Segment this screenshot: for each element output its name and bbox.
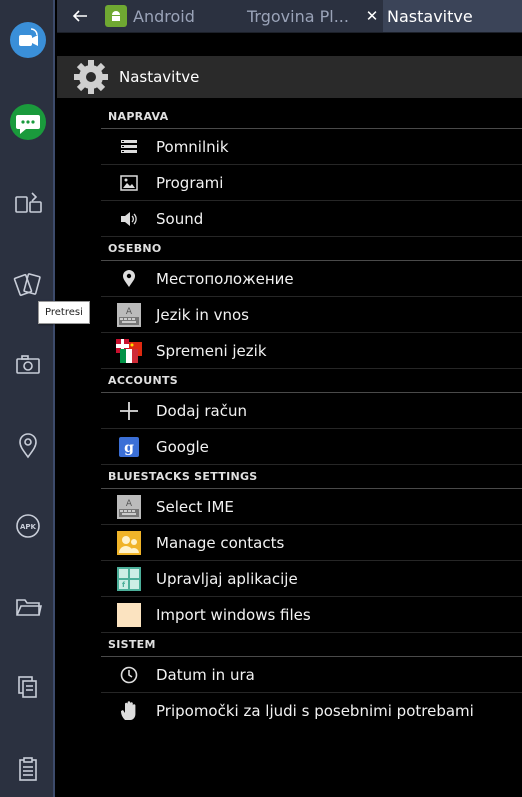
list-item-spremeni-jezik[interactable]: Spremeni jezik	[101, 333, 522, 369]
tab-android[interactable]: Android	[105, 0, 233, 32]
list-item-upravljaj[interactable]: f Upravljaj aplikacije	[101, 561, 522, 597]
list-item-location[interactable]: Местоположение	[101, 261, 522, 297]
list-item-select-ime[interactable]: A Select IME	[101, 489, 522, 525]
tab-bar: Android Trgovina Pl... ✕ Nastavitve	[57, 0, 522, 33]
list-item-programi[interactable]: Programi	[101, 165, 522, 201]
storage-icon	[116, 134, 142, 160]
list-item-label: Manage contacts	[156, 533, 285, 552]
rotate-screen-icon[interactable]	[0, 183, 55, 223]
keyboard-icon: A	[116, 494, 142, 520]
section-header: NAPRAVA	[101, 105, 522, 129]
clock-icon	[116, 662, 142, 688]
apk-install-icon[interactable]: APK	[0, 506, 55, 546]
settings-list: NAPRAVA Pomnilnik Programi Sound OSEBNO …	[101, 105, 522, 728]
section-header: SISTEM	[101, 633, 522, 657]
list-item-pomnilnik[interactable]: Pomnilnik	[101, 129, 522, 165]
section-header: OSEBNO	[101, 237, 522, 261]
paste-icon[interactable]	[0, 749, 55, 789]
action-bar: Nastavitve	[57, 56, 522, 98]
list-item-jezik-vnos[interactable]: A Jezik in vnos	[101, 297, 522, 333]
contacts-icon	[116, 530, 142, 556]
list-item-import-files[interactable]: Import windows files	[101, 597, 522, 633]
list-item-label: Sound	[156, 209, 204, 228]
back-button[interactable]	[57, 0, 103, 32]
location-pin-icon	[116, 266, 142, 292]
tab-settings-label: Nastavitve	[387, 6, 473, 26]
list-item-manage-contacts[interactable]: Manage contacts	[101, 525, 522, 561]
tab-android-label: Android	[133, 6, 195, 26]
android-icon	[105, 5, 127, 27]
tab-settings[interactable]: Nastavitve	[383, 0, 522, 32]
speaker-icon	[116, 206, 142, 232]
tooltip: Pretresi	[38, 301, 90, 324]
file-icon	[116, 602, 142, 628]
list-item-label: Google	[156, 437, 209, 456]
svg-text:A: A	[126, 499, 133, 509]
list-item-label: Jezik in vnos	[156, 305, 249, 324]
list-item-label: Местоположение	[156, 269, 294, 288]
manage-apps-icon: f	[116, 566, 142, 592]
flags-icon	[116, 338, 142, 364]
google-icon: g	[116, 434, 142, 460]
list-item-dodaj-racun[interactable]: Dodaj račun	[101, 393, 522, 429]
list-item-label: Datum in ura	[156, 665, 255, 684]
list-item-label: Select IME	[156, 497, 234, 516]
hand-icon	[116, 698, 142, 724]
keyboard-icon: A	[116, 302, 142, 328]
list-item-label: Pripomočki za ljudi s posebnimi potrebam…	[156, 701, 474, 720]
tab-close-button[interactable]: ✕	[363, 0, 381, 32]
settings-gear-icon	[74, 60, 108, 94]
tab-store-label: Trgovina Pl...	[247, 6, 349, 26]
page-title: Nastavitve	[119, 68, 200, 86]
svg-text:A: A	[126, 307, 133, 317]
list-item-label: Dodaj račun	[156, 401, 247, 420]
copy-icon[interactable]	[0, 667, 55, 707]
plus-icon	[116, 398, 142, 424]
list-item-label: Import windows files	[156, 605, 311, 624]
shake-icon[interactable]	[0, 265, 55, 305]
list-item-datum[interactable]: Datum in ura	[101, 657, 522, 693]
list-item-sound[interactable]: Sound	[101, 201, 522, 237]
apps-icon	[116, 170, 142, 196]
list-item-label: Programi	[156, 173, 224, 192]
list-item-label: Pomnilnik	[156, 137, 229, 156]
sidebar: APK	[0, 0, 55, 797]
camera-icon[interactable]	[0, 345, 55, 385]
list-item-label: Upravljaj aplikacije	[156, 569, 298, 588]
list-item-label: Spremeni jezik	[156, 341, 267, 360]
back-arrow-icon	[72, 10, 87, 22]
video-call-icon[interactable]	[0, 20, 55, 60]
section-header: BLUESTACKS SETTINGS	[101, 465, 522, 489]
section-header: ACCOUNTS	[101, 369, 522, 393]
tab-store[interactable]: Trgovina Pl...	[241, 0, 381, 32]
svg-text:APK: APK	[20, 523, 37, 531]
svg-text:g: g	[124, 440, 134, 456]
list-item-google[interactable]: g Google	[101, 429, 522, 465]
chat-icon[interactable]	[0, 102, 55, 142]
list-item-pripomocki[interactable]: Pripomočki za ljudi s posebnimi potrebam…	[101, 693, 522, 728]
location-icon[interactable]	[0, 425, 55, 465]
folder-icon[interactable]	[0, 586, 55, 626]
